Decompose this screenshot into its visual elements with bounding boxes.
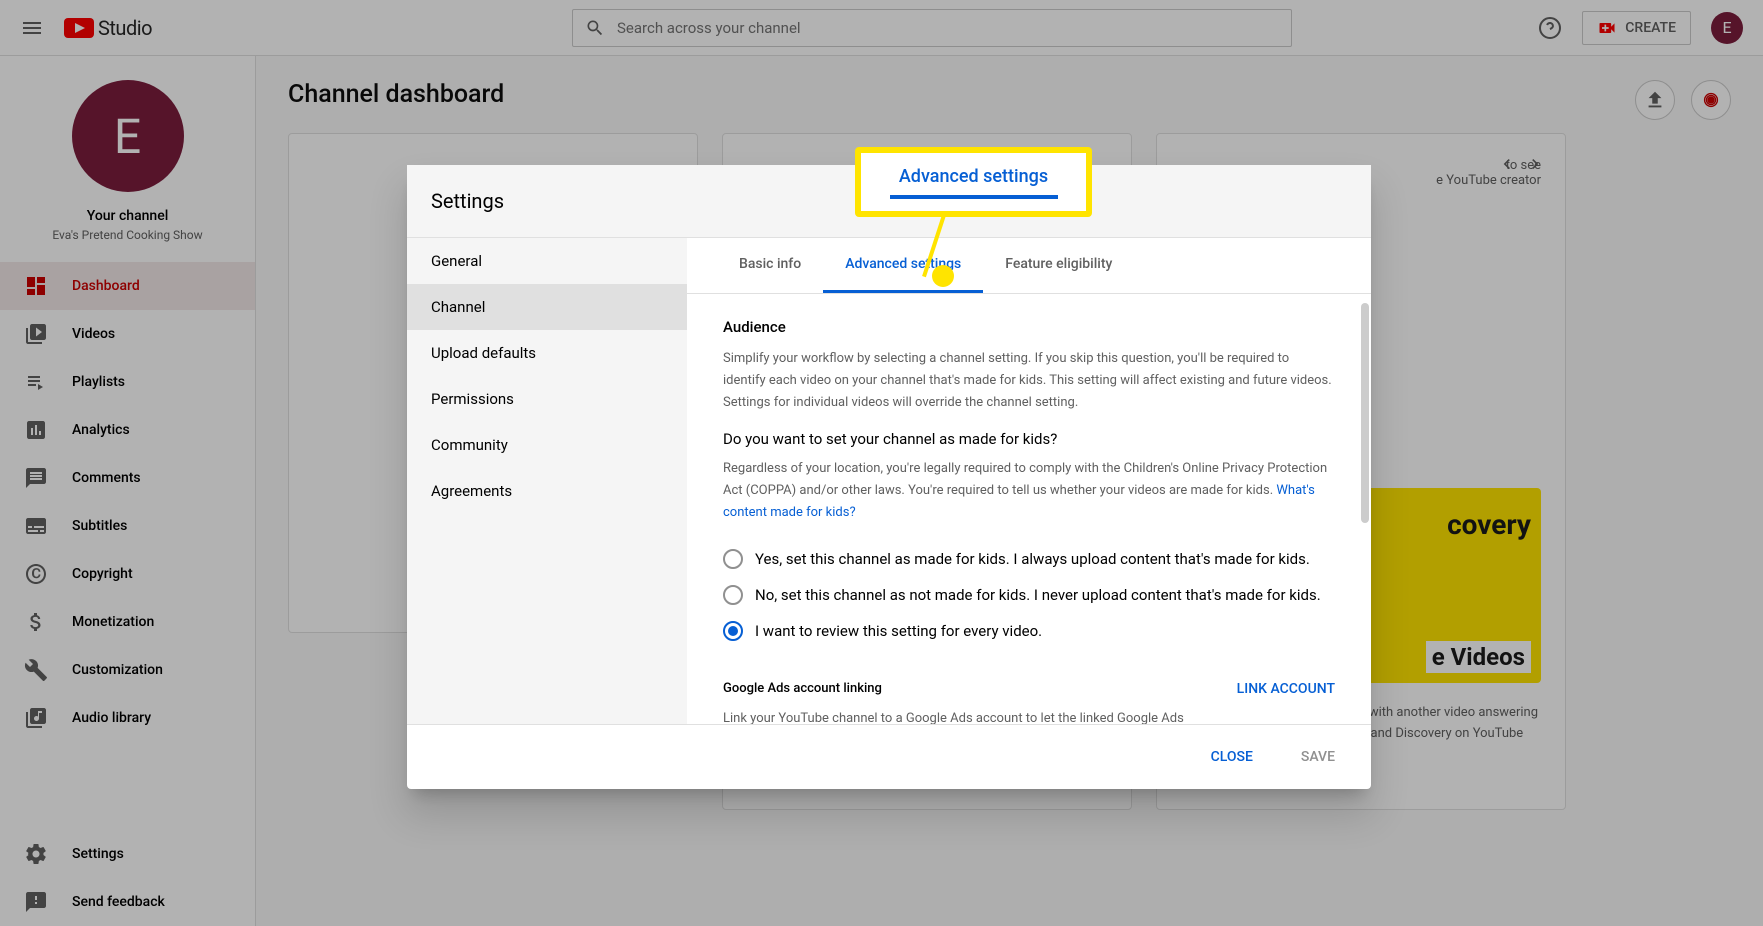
modal-footer: CLOSE SAVE xyxy=(407,724,1371,789)
pointer-dot xyxy=(932,265,954,287)
radio-button[interactable] xyxy=(723,621,743,641)
modal-content: Basic info Advanced settings Feature eli… xyxy=(687,238,1371,724)
save-button[interactable]: SAVE xyxy=(1289,741,1347,773)
modal-nav-channel[interactable]: Channel xyxy=(407,284,687,330)
google-ads-title: Google Ads account linking xyxy=(723,681,1207,696)
modal-sidebar: General Channel Upload defaults Permissi… xyxy=(407,238,687,724)
radio-yes-kids[interactable]: Yes, set this channel as made for kids. … xyxy=(723,541,1335,577)
tab-feature-eligibility[interactable]: Feature eligibility xyxy=(983,238,1134,293)
scrollbar-thumb[interactable] xyxy=(1361,303,1369,523)
google-ads-description: Link your YouTube channel to a Google Ad… xyxy=(723,708,1207,724)
modal-nav-upload-defaults[interactable]: Upload defaults xyxy=(407,330,687,376)
radio-label: I want to review this setting for every … xyxy=(755,622,1042,640)
content-scrollbar[interactable] xyxy=(1359,303,1371,724)
modal-nav-permissions[interactable]: Permissions xyxy=(407,376,687,422)
radio-no-kids[interactable]: No, set this channel as not made for kid… xyxy=(723,577,1335,613)
link-account-button[interactable]: LINK ACCOUNT xyxy=(1237,681,1335,697)
modal-nav-community[interactable]: Community xyxy=(407,422,687,468)
highlight-underline xyxy=(890,195,1058,199)
made-for-kids-question: Do you want to set your channel as made … xyxy=(723,430,1335,448)
settings-content-scroll[interactable]: Audience Simplify your workflow by selec… xyxy=(687,294,1371,724)
tab-advanced-settings[interactable]: Advanced settings xyxy=(823,238,983,293)
tab-basic-info[interactable]: Basic info xyxy=(717,238,823,293)
radio-label: Yes, set this channel as made for kids. … xyxy=(755,550,1310,568)
highlight-callout: Advanced settings xyxy=(855,147,1092,217)
close-button[interactable]: CLOSE xyxy=(1199,741,1265,773)
radio-button[interactable] xyxy=(723,549,743,569)
settings-tabs: Basic info Advanced settings Feature eli… xyxy=(687,238,1371,294)
modal-nav-agreements[interactable]: Agreements xyxy=(407,468,687,514)
modal-nav-general[interactable]: General xyxy=(407,238,687,284)
radio-button[interactable] xyxy=(723,585,743,605)
radio-label: No, set this channel as not made for kid… xyxy=(755,586,1321,604)
radio-review-each[interactable]: I want to review this setting for every … xyxy=(723,613,1335,649)
audience-title: Audience xyxy=(723,318,1335,336)
audience-description: Simplify your workflow by selecting a ch… xyxy=(723,348,1335,414)
highlight-text: Advanced settings xyxy=(899,166,1048,187)
coppa-text: Regardless of your location, you're lega… xyxy=(723,458,1335,524)
settings-modal: Settings General Channel Upload defaults… xyxy=(407,165,1371,789)
